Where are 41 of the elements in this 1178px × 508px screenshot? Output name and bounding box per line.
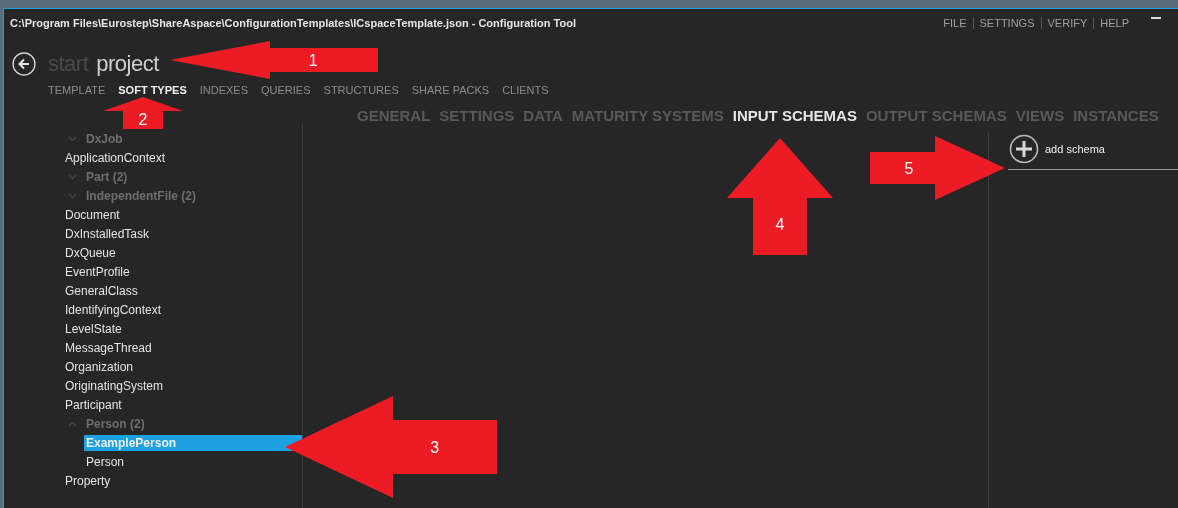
chevron-down-icon[interactable] bbox=[68, 173, 77, 180]
tree-item[interactable]: GeneralClass bbox=[63, 282, 140, 299]
sub-tab[interactable]: SHARE PACKS bbox=[411, 84, 490, 96]
sub-tab[interactable]: STRUCTURES bbox=[323, 84, 399, 96]
tree-item[interactable]: EventProfile bbox=[63, 263, 132, 280]
minimize-icon[interactable] bbox=[1151, 17, 1161, 19]
add-schema-button[interactable]: add schema bbox=[1008, 134, 1178, 170]
sub-tab[interactable]: CLIENTS bbox=[502, 84, 549, 96]
sub-tab[interactable]: QUERIES bbox=[261, 84, 311, 96]
tree-item[interactable]: DxQueue bbox=[63, 244, 118, 261]
annotation-arrow: 3 bbox=[285, 396, 497, 498]
tree-item[interactable]: ApplicationContext bbox=[63, 149, 168, 166]
tree-item[interactable]: LevelState bbox=[63, 320, 124, 337]
tree-item[interactable]: IdentifyingContext bbox=[63, 301, 164, 318]
sub-tab[interactable]: SOFT TYPES bbox=[118, 84, 187, 96]
menu-item[interactable]: HELP bbox=[1093, 17, 1135, 29]
breadcrumb-item[interactable]: project bbox=[96, 51, 159, 77]
sub-tab[interactable]: INDEXES bbox=[199, 84, 249, 96]
annotation-arrow: 4 bbox=[727, 138, 833, 255]
annotation-arrow: 2 bbox=[103, 97, 183, 129]
tree-item[interactable]: Participant bbox=[63, 396, 124, 413]
menu-item[interactable]: VERIFY bbox=[1040, 17, 1094, 29]
annotation-arrow: 5 bbox=[870, 136, 1005, 200]
plus-icon bbox=[1009, 134, 1039, 164]
tree-item[interactable]: Person bbox=[84, 453, 127, 470]
tree-item[interactable]: MessageThread bbox=[63, 339, 154, 356]
tree-item[interactable]: Document bbox=[63, 206, 122, 223]
back-icon[interactable] bbox=[12, 52, 36, 76]
chevron-down-icon[interactable] bbox=[68, 192, 77, 199]
chevron-up-icon[interactable] bbox=[68, 420, 77, 427]
window-title: C:\Program Files\Eurostep\ShareAspace\ConfigurationTemplates\ICspaceTemplate.json - Configuration Tool bbox=[10, 17, 577, 29]
annotation-arrow: 1 bbox=[170, 41, 378, 79]
tree-item[interactable]: Property bbox=[63, 472, 113, 489]
tree-item[interactable]: DxInstalledTask bbox=[63, 225, 152, 242]
menu-item[interactable]: FILE bbox=[937, 17, 973, 29]
tree-item[interactable]: OriginatingSystem bbox=[63, 377, 166, 394]
sub-tab[interactable]: TEMPLATE bbox=[48, 84, 106, 96]
chevron-down-icon[interactable] bbox=[68, 135, 77, 142]
menu-item[interactable]: SETTINGS bbox=[972, 17, 1041, 29]
tab[interactable]: INPUT SCHEMAS bbox=[732, 107, 857, 124]
tree-item[interactable]: Organization bbox=[63, 358, 136, 375]
